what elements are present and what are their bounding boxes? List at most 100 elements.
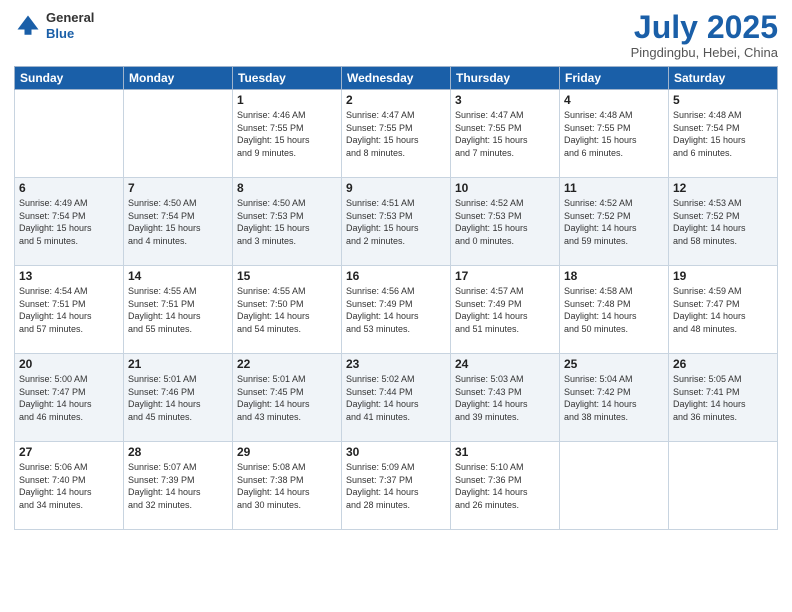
day-detail: Sunrise: 5:05 AM Sunset: 7:41 PM Dayligh… <box>673 373 773 423</box>
calendar-cell: 3 Sunrise: 4:47 AM Sunset: 7:55 PM Daylig… <box>451 90 560 178</box>
calendar-cell: 24Sunrise: 5:03 AM Sunset: 7:43 PM Dayli… <box>451 354 560 442</box>
calendar-cell: 22Sunrise: 5:01 AM Sunset: 7:45 PM Dayli… <box>233 354 342 442</box>
calendar-cell: 9 Sunrise: 4:51 AM Sunset: 7:53 PM Daylig… <box>342 178 451 266</box>
calendar-cell: 16 Sunrise: 4:56 AM Sunset: 7:49 PM Dayli… <box>342 266 451 354</box>
calendar-cell: 25Sunrise: 5:04 AM Sunset: 7:42 PM Dayli… <box>560 354 669 442</box>
calendar-cell <box>560 442 669 530</box>
calendar-cell: 12 Sunrise: 4:53 AM Sunset: 7:52 PM Dayli… <box>669 178 778 266</box>
calendar-container: General Blue July 2025 Pingdingbu, Hebei… <box>0 0 792 612</box>
calendar-header-row: SundayMondayTuesdayWednesdayThursdayFrid… <box>15 67 778 90</box>
logo-general: General <box>46 10 94 26</box>
day-detail: Sunrise: 5:06 AM Sunset: 7:40 PM Dayligh… <box>19 461 119 511</box>
day-detail: Sunrise: 5:09 AM Sunset: 7:37 PM Dayligh… <box>346 461 446 511</box>
calendar-cell: 5 Sunrise: 4:48 AM Sunset: 7:54 PM Daylig… <box>669 90 778 178</box>
calendar-cell: 28 Sunrise: 5:07 AM Sunset: 7:39 PM Dayli… <box>124 442 233 530</box>
calendar-week-4: 20Sunrise: 5:00 AM Sunset: 7:47 PM Dayli… <box>15 354 778 442</box>
day-detail: Sunrise: 4:50 AM Sunset: 7:53 PM Dayligh… <box>237 197 337 247</box>
day-number: 7 <box>128 181 228 195</box>
calendar-week-3: 13 Sunrise: 4:54 AM Sunset: 7:51 PM Dayli… <box>15 266 778 354</box>
day-number: 17 <box>455 269 555 283</box>
day-number: 3 <box>455 93 555 107</box>
title-block: July 2025 Pingdingbu, Hebei, China <box>631 10 778 60</box>
location-subtitle: Pingdingbu, Hebei, China <box>631 45 778 60</box>
day-header-wednesday: Wednesday <box>342 67 451 90</box>
calendar-cell: 14 Sunrise: 4:55 AM Sunset: 7:51 PM Dayli… <box>124 266 233 354</box>
day-header-friday: Friday <box>560 67 669 90</box>
calendar-week-2: 6Sunrise: 4:49 AM Sunset: 7:54 PM Daylig… <box>15 178 778 266</box>
calendar-cell: 6Sunrise: 4:49 AM Sunset: 7:54 PM Daylig… <box>15 178 124 266</box>
day-number: 28 <box>128 445 228 459</box>
day-header-thursday: Thursday <box>451 67 560 90</box>
logo-icon <box>14 12 42 40</box>
day-detail: Sunrise: 5:01 AM Sunset: 7:46 PM Dayligh… <box>128 373 228 423</box>
calendar-cell: 15Sunrise: 4:55 AM Sunset: 7:50 PM Dayli… <box>233 266 342 354</box>
calendar-cell: 29 Sunrise: 5:08 AM Sunset: 7:38 PM Dayli… <box>233 442 342 530</box>
day-detail: Sunrise: 5:07 AM Sunset: 7:39 PM Dayligh… <box>128 461 228 511</box>
calendar-cell: 20Sunrise: 5:00 AM Sunset: 7:47 PM Dayli… <box>15 354 124 442</box>
day-number: 16 <box>346 269 446 283</box>
calendar-cell: 30Sunrise: 5:09 AM Sunset: 7:37 PM Dayli… <box>342 442 451 530</box>
day-detail: Sunrise: 4:51 AM Sunset: 7:53 PM Dayligh… <box>346 197 446 247</box>
day-number: 24 <box>455 357 555 371</box>
calendar-cell: 2 Sunrise: 4:47 AM Sunset: 7:55 PM Daylig… <box>342 90 451 178</box>
day-number: 1 <box>237 93 337 107</box>
calendar-cell: 8 Sunrise: 4:50 AM Sunset: 7:53 PM Daylig… <box>233 178 342 266</box>
day-header-sunday: Sunday <box>15 67 124 90</box>
calendar-cell: 23 Sunrise: 5:02 AM Sunset: 7:44 PM Dayli… <box>342 354 451 442</box>
day-detail: Sunrise: 5:01 AM Sunset: 7:45 PM Dayligh… <box>237 373 337 423</box>
day-number: 12 <box>673 181 773 195</box>
day-detail: Sunrise: 4:53 AM Sunset: 7:52 PM Dayligh… <box>673 197 773 247</box>
month-title: July 2025 <box>631 10 778 45</box>
calendar-cell: 17 Sunrise: 4:57 AM Sunset: 7:49 PM Dayli… <box>451 266 560 354</box>
day-number: 31 <box>455 445 555 459</box>
day-detail: Sunrise: 4:52 AM Sunset: 7:52 PM Dayligh… <box>564 197 664 247</box>
day-number: 10 <box>455 181 555 195</box>
day-detail: Sunrise: 4:54 AM Sunset: 7:51 PM Dayligh… <box>19 285 119 335</box>
calendar-cell: 21 Sunrise: 5:01 AM Sunset: 7:46 PM Dayli… <box>124 354 233 442</box>
day-detail: Sunrise: 4:47 AM Sunset: 7:55 PM Dayligh… <box>346 109 446 159</box>
day-header-tuesday: Tuesday <box>233 67 342 90</box>
day-detail: Sunrise: 4:47 AM Sunset: 7:55 PM Dayligh… <box>455 109 555 159</box>
day-number: 14 <box>128 269 228 283</box>
day-number: 23 <box>346 357 446 371</box>
calendar-week-1: 1 Sunrise: 4:46 AM Sunset: 7:55 PM Daylig… <box>15 90 778 178</box>
day-number: 9 <box>346 181 446 195</box>
day-number: 2 <box>346 93 446 107</box>
day-detail: Sunrise: 4:55 AM Sunset: 7:51 PM Dayligh… <box>128 285 228 335</box>
calendar-cell: 13 Sunrise: 4:54 AM Sunset: 7:51 PM Dayli… <box>15 266 124 354</box>
day-detail: Sunrise: 4:48 AM Sunset: 7:55 PM Dayligh… <box>564 109 664 159</box>
calendar-cell: 26 Sunrise: 5:05 AM Sunset: 7:41 PM Dayli… <box>669 354 778 442</box>
logo: General Blue <box>14 10 94 41</box>
logo-text: General Blue <box>46 10 94 41</box>
day-number: 20 <box>19 357 119 371</box>
day-detail: Sunrise: 4:59 AM Sunset: 7:47 PM Dayligh… <box>673 285 773 335</box>
day-number: 13 <box>19 269 119 283</box>
day-detail: Sunrise: 4:46 AM Sunset: 7:55 PM Dayligh… <box>237 109 337 159</box>
day-number: 27 <box>19 445 119 459</box>
calendar-cell: 31Sunrise: 5:10 AM Sunset: 7:36 PM Dayli… <box>451 442 560 530</box>
calendar-cell: 4Sunrise: 4:48 AM Sunset: 7:55 PM Daylig… <box>560 90 669 178</box>
calendar-cell <box>15 90 124 178</box>
day-detail: Sunrise: 4:48 AM Sunset: 7:54 PM Dayligh… <box>673 109 773 159</box>
calendar-table: SundayMondayTuesdayWednesdayThursdayFrid… <box>14 66 778 530</box>
day-detail: Sunrise: 4:58 AM Sunset: 7:48 PM Dayligh… <box>564 285 664 335</box>
calendar-cell: 18 Sunrise: 4:58 AM Sunset: 7:48 PM Dayli… <box>560 266 669 354</box>
day-header-monday: Monday <box>124 67 233 90</box>
day-number: 25 <box>564 357 664 371</box>
day-detail: Sunrise: 5:08 AM Sunset: 7:38 PM Dayligh… <box>237 461 337 511</box>
day-number: 26 <box>673 357 773 371</box>
day-number: 8 <box>237 181 337 195</box>
header: General Blue July 2025 Pingdingbu, Hebei… <box>14 10 778 60</box>
day-number: 21 <box>128 357 228 371</box>
calendar-cell <box>124 90 233 178</box>
day-detail: Sunrise: 4:56 AM Sunset: 7:49 PM Dayligh… <box>346 285 446 335</box>
day-number: 18 <box>564 269 664 283</box>
day-number: 5 <box>673 93 773 107</box>
day-number: 29 <box>237 445 337 459</box>
day-number: 6 <box>19 181 119 195</box>
day-detail: Sunrise: 5:02 AM Sunset: 7:44 PM Dayligh… <box>346 373 446 423</box>
day-number: 15 <box>237 269 337 283</box>
day-detail: Sunrise: 4:57 AM Sunset: 7:49 PM Dayligh… <box>455 285 555 335</box>
day-number: 19 <box>673 269 773 283</box>
day-detail: Sunrise: 4:52 AM Sunset: 7:53 PM Dayligh… <box>455 197 555 247</box>
